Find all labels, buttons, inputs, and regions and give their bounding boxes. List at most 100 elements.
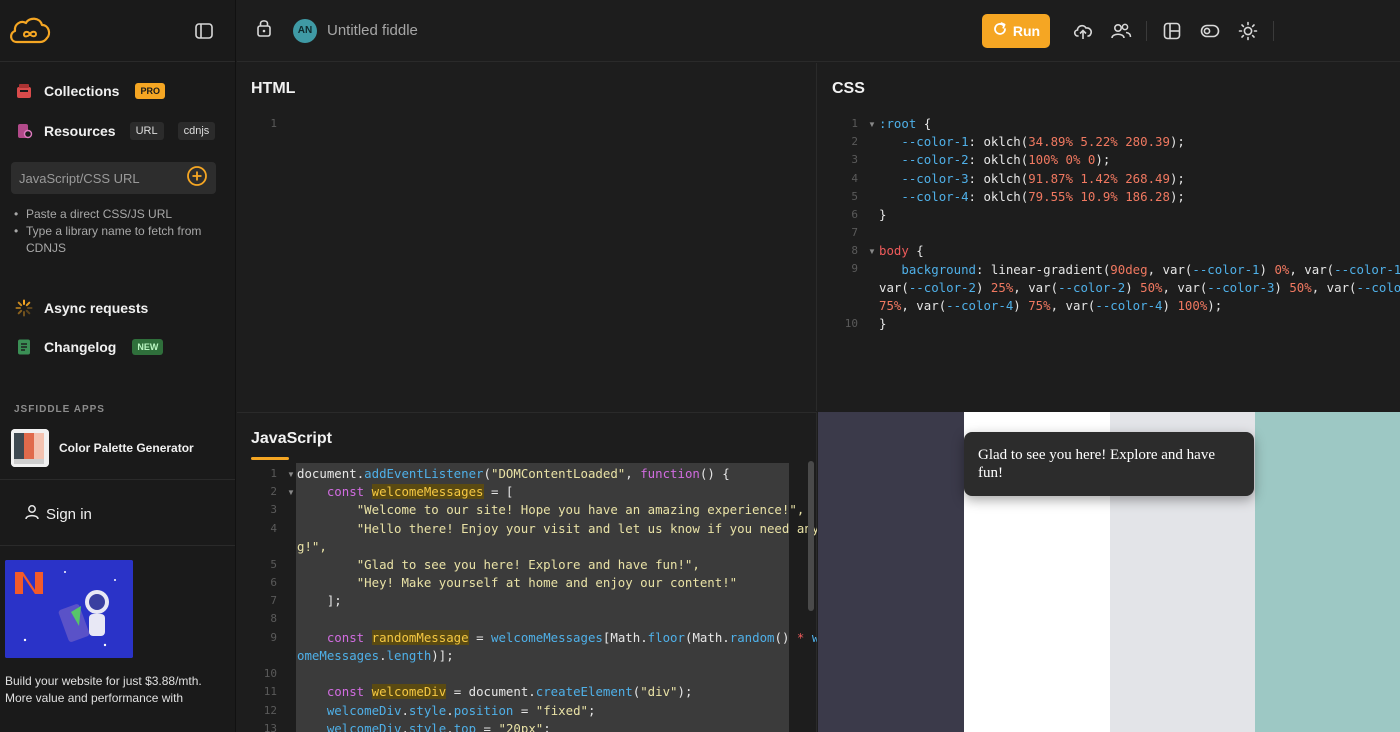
line-number: 7 (270, 594, 277, 607)
fold-arrow-icon[interactable]: ▼ (868, 120, 876, 129)
resources-icon (14, 121, 34, 141)
layout-icon[interactable] (1161, 20, 1183, 42)
line-number: 6 (851, 208, 858, 221)
code-token: --color-3 (901, 170, 969, 186)
js-panel-title: JavaScript (251, 430, 332, 447)
divider (0, 479, 235, 480)
collections-icon (14, 81, 34, 101)
js-scrollbar[interactable] (808, 461, 814, 611)
run-label: Run (1012, 22, 1041, 39)
code-token: --color-2 (901, 152, 969, 168)
toggle-sidebar-icon[interactable] (193, 20, 215, 42)
line-number: 13 (263, 722, 277, 732)
js-code-area[interactable]: document.addEventListener("DOMContentLoa… (297, 465, 817, 732)
hint-item: Type a library name to fetch from CDNJS (14, 223, 204, 257)
add-resource-icon[interactable] (186, 165, 208, 192)
line-number: 12 (263, 704, 277, 717)
sidebar-item-label: Async requests (44, 300, 149, 316)
line-number: 3 (851, 153, 858, 166)
divider (1146, 20, 1147, 41)
line-number: 4 (851, 172, 858, 185)
url-tag[interactable]: URL (129, 122, 164, 140)
lock-icon[interactable] (255, 18, 273, 43)
html-panel-title: HTML (251, 80, 296, 97)
sidebar-item-async[interactable]: Async requests (0, 289, 235, 327)
line-number: 1 (270, 467, 277, 480)
sidebar-item-collections[interactable]: Collections PRO (0, 72, 235, 110)
html-code-area[interactable] (297, 113, 807, 403)
theme-sun-icon[interactable] (1237, 20, 1259, 42)
cloud-upload-icon[interactable] (1072, 20, 1094, 42)
code-token: 100% 0% 0 (1028, 152, 1096, 168)
line-number: 1 (851, 117, 858, 130)
css-editor-panel: CSS 1 2 3 4 5 6 7 8 9 10 ▼ ▼ :root { --c… (818, 63, 1400, 411)
app-name: Color Palette Generator (59, 441, 194, 455)
code-token: 34.89% 5.22% 280.39 (1028, 134, 1170, 150)
fiddle-title[interactable]: Untitled fiddle (327, 22, 418, 39)
code-token: --color-1 (901, 134, 969, 150)
code-token: background (901, 261, 976, 277)
css-code-area[interactable]: :root { --color-1: oklch(34.89% 5.22% 28… (879, 115, 1400, 333)
js-editor-panel: JavaScript 1 2 3 4 5 6 7 8 9 10 11 12 13… (237, 412, 817, 732)
sidebar-item-label: Changelog (44, 339, 117, 355)
sign-in-button[interactable]: Sign in (24, 503, 235, 525)
jsfiddle-logo-icon[interactable] (6, 13, 54, 49)
html-editor-panel: HTML 1 (237, 63, 817, 411)
toggle-icon[interactable] (1199, 20, 1221, 42)
welcome-message-toast: Glad to see you here! Explore and have f… (964, 432, 1254, 496)
line-number: 9 (270, 631, 277, 644)
code-token: 91.87% 1.42% 268.49 (1028, 170, 1170, 186)
line-number: 11 (263, 685, 277, 698)
ad-image[interactable] (5, 560, 133, 658)
line-number: 3 (270, 503, 277, 516)
line-number: 8 (851, 244, 858, 257)
fold-arrow-icon[interactable]: ▼ (287, 470, 295, 479)
code-token: "Glad to see you here! Explore and have … (356, 557, 700, 573)
sidebar-item-label: Collections (44, 83, 120, 99)
spinner-icon (14, 298, 34, 318)
divider (1273, 20, 1274, 41)
sidebar-item-resources[interactable]: Resources URL cdnjs (0, 112, 235, 150)
line-number: 4 (270, 522, 277, 535)
line-number: 9 (851, 262, 858, 275)
code-token: --color-4 (901, 188, 969, 204)
line-number: 8 (270, 612, 277, 625)
collaborate-icon[interactable] (1110, 20, 1132, 42)
code-token: 79.55% 10.9% 186.28 (1028, 188, 1170, 204)
sidebar-nav: Collections PRO Resources URL cdnjs Past… (0, 62, 235, 366)
line-number: 5 (270, 558, 277, 571)
line-number: 5 (851, 190, 858, 203)
fold-arrow-icon[interactable]: ▼ (868, 247, 876, 256)
resource-url-input[interactable] (19, 170, 179, 186)
apps-section-title: JSFIDDLE APPS (14, 404, 105, 415)
stripe-color-4 (1255, 412, 1400, 732)
ad-text: Build your website for just $3.88/mth. M… (5, 674, 202, 705)
sidebar-item-changelog[interactable]: Changelog NEW (0, 328, 235, 366)
line-number: 6 (270, 576, 277, 589)
hint-item: Paste a direct CSS/JS URL (14, 206, 204, 223)
avatar[interactable]: AN (293, 18, 317, 43)
fold-arrow-icon[interactable]: ▼ (287, 488, 295, 497)
code-token: g!", (297, 538, 327, 554)
line-number: 1 (270, 117, 277, 130)
resource-url-field (11, 162, 216, 194)
sidebar-header (0, 0, 235, 62)
changelog-icon (14, 337, 34, 357)
code-token: 90deg (1110, 261, 1148, 277)
refresh-icon (992, 21, 1008, 40)
line-number: 10 (263, 667, 277, 680)
code-token: "Hey! Make yourself at home and enjoy ou… (356, 575, 738, 591)
code-token: linear-gradient (990, 261, 1103, 277)
stripe-color-1 (818, 412, 964, 732)
palette-app-icon (11, 429, 49, 467)
line-number: 2 (851, 135, 858, 148)
active-tab-indicator (251, 457, 289, 460)
divider (0, 545, 235, 546)
top-bar: AN Untitled fiddle Run (237, 0, 1400, 62)
code-token: "Welcome to our site! Hope you have an a… (356, 502, 805, 518)
resource-hints: Paste a direct CSS/JS URL Type a library… (14, 206, 235, 257)
cdnjs-tag[interactable]: cdnjs (177, 122, 216, 140)
app-color-palette-generator[interactable]: Color Palette Generator (11, 429, 235, 467)
run-button[interactable]: Run (982, 13, 1050, 48)
sidebar-item-label: Resources (44, 123, 116, 139)
